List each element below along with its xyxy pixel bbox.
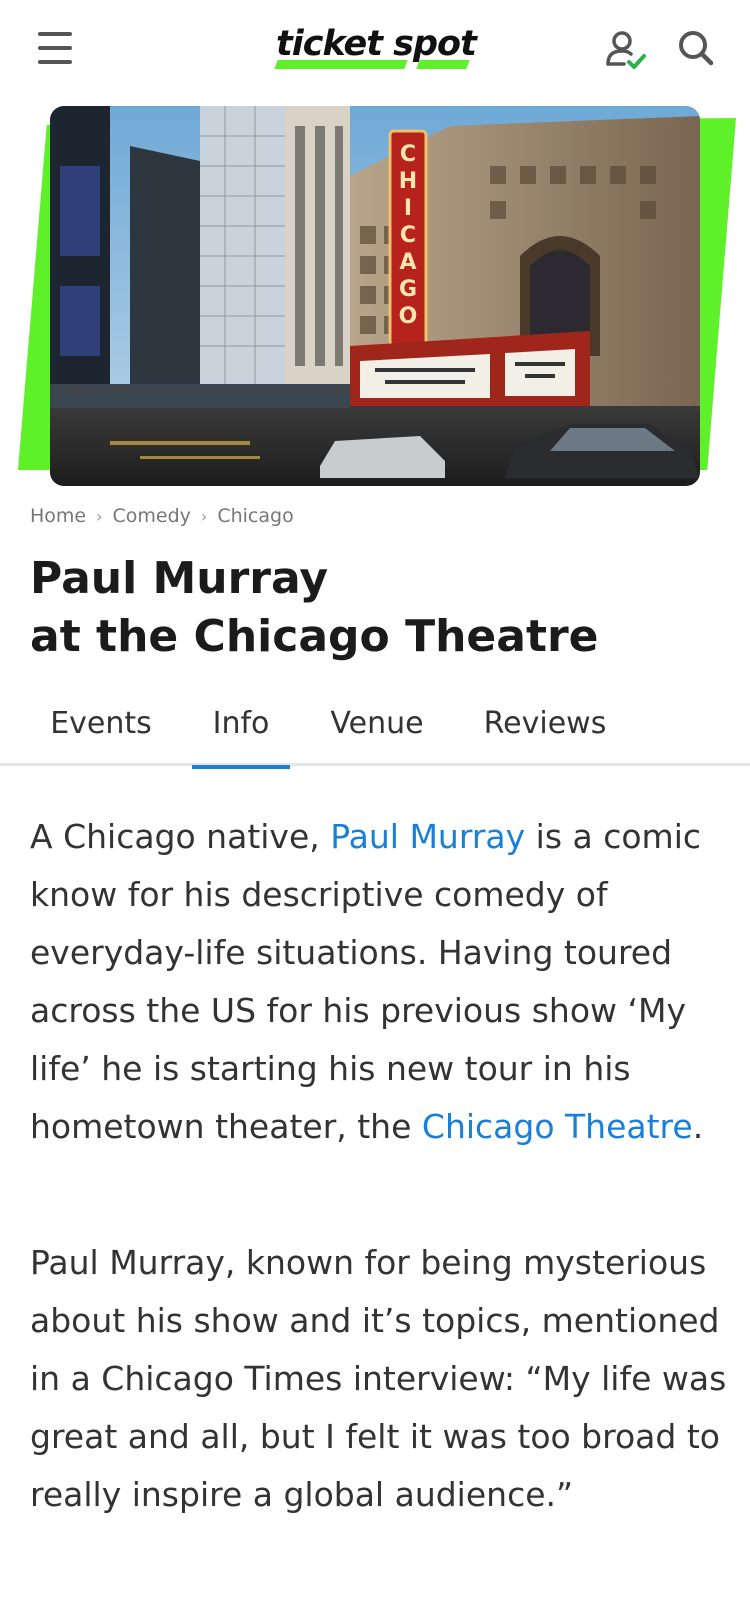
svg-text:H: H (399, 169, 417, 194)
page-title: Paul Murray at the Chicago Theatre (30, 550, 720, 666)
chicago-theatre-photo: C H I C A G O (50, 106, 700, 486)
tab-reviews[interactable]: Reviews (470, 700, 620, 766)
hamburger-menu-icon (38, 32, 72, 36)
title-line-2: at the Chicago Theatre (30, 611, 599, 662)
breadcrumb-home[interactable]: Home (30, 505, 86, 527)
ticket-spot-logo[interactable]: ticket spot (270, 18, 480, 76)
info-paragraph-2: Paul Murray, known for being mysterious … (30, 1243, 727, 1514)
title-line-1: Paul Murray (30, 553, 329, 604)
tab-info[interactable]: Info (192, 700, 290, 769)
logo-text: ticket spot (276, 24, 477, 64)
hamburger-line (38, 60, 72, 64)
info-paragraph-1: A Chicago native, Paul Murray is a comic… (30, 808, 730, 1156)
page: ticket spot C H I C A G O Home › Comedy … (0, 0, 750, 1624)
tab-venue[interactable]: Venue (318, 700, 436, 766)
search-icon (679, 31, 714, 66)
svg-text:G: G (399, 277, 417, 302)
breadcrumb-separator: › (200, 506, 208, 526)
hero-image: C H I C A G O (50, 106, 700, 486)
info-text: A Chicago native, (30, 817, 331, 856)
user-verified-icon (606, 31, 646, 69)
search-button[interactable] (676, 28, 716, 68)
svg-text:I: I (404, 196, 412, 221)
svg-text:O: O (399, 304, 418, 329)
breadcrumb-chicago[interactable]: Chicago (217, 505, 293, 527)
chicago-theatre-link[interactable]: Chicago Theatre (422, 1107, 693, 1146)
info-content: A Chicago native, Paul Murray is a comic… (30, 808, 730, 1524)
svg-text:C: C (400, 142, 416, 167)
svg-text:C: C (400, 223, 416, 248)
menu-button[interactable] (36, 30, 76, 66)
svg-text:A: A (399, 250, 416, 275)
breadcrumb-separator: › (96, 506, 103, 526)
info-text: is a comic know for his descriptive come… (30, 817, 702, 1146)
top-header: ticket spot (0, 0, 750, 96)
account-button[interactable] (602, 26, 650, 74)
tab-bar: Events Info Venue Reviews (0, 690, 750, 769)
breadcrumb: Home › Comedy › Chicago (30, 503, 294, 529)
hamburger-line (38, 46, 72, 50)
tab-events[interactable]: Events (36, 700, 166, 766)
breadcrumb-comedy[interactable]: Comedy (113, 505, 191, 527)
info-text: . (692, 1107, 704, 1146)
paul-murray-link[interactable]: Paul Murray (330, 817, 525, 856)
